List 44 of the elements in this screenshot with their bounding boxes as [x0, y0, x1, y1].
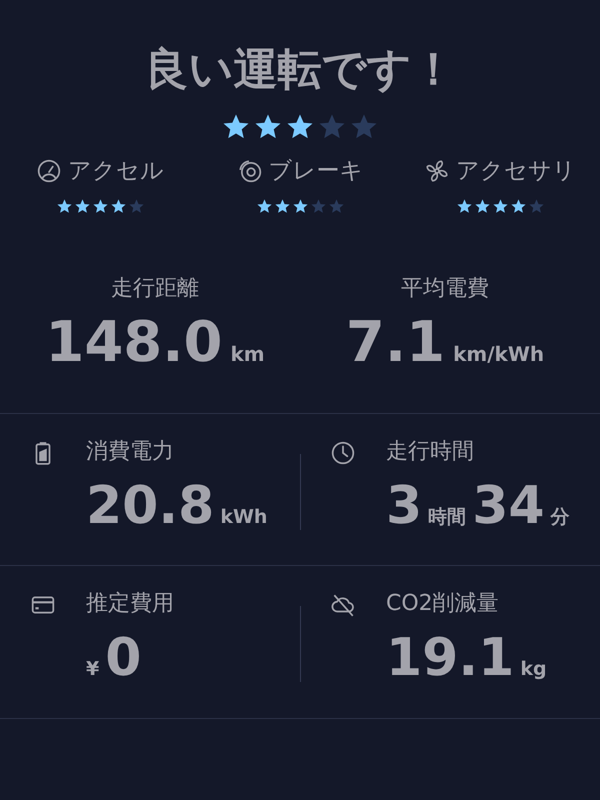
crossed-cloud-icon: [330, 592, 356, 618]
category-label: アクセサリ: [456, 157, 576, 186]
stat-value: 7.1: [346, 311, 446, 375]
stat-value: 34: [472, 476, 545, 536]
star-icon: [110, 198, 126, 215]
star-icon: [328, 198, 344, 215]
stat-value: 3: [386, 476, 422, 536]
star-icon: [56, 198, 72, 215]
category-label: アクセル: [68, 157, 164, 186]
star-icon: [128, 198, 144, 215]
star-icon: [74, 198, 90, 215]
star-icon: [492, 198, 508, 215]
stat-label: 平均電費: [401, 275, 489, 303]
star-icon: [292, 198, 308, 215]
star-icon: [474, 198, 490, 215]
star-icon: [510, 198, 526, 215]
brake-disc-icon: [236, 158, 262, 184]
unit-label: kg: [520, 658, 547, 680]
stat-value: 0: [105, 628, 142, 688]
stat-value: 19.1: [386, 628, 514, 688]
stat-label: CO2削減量: [386, 590, 500, 618]
star-icon: [310, 198, 326, 215]
star-icon: [274, 198, 290, 215]
star-icon: [528, 198, 544, 215]
stat-label: 消費電力: [86, 438, 175, 466]
clock-icon: [330, 440, 356, 466]
stat-label: 走行距離: [111, 275, 199, 303]
star-icon: [92, 198, 108, 215]
unit-label: ¥: [86, 658, 100, 680]
star-icon: [256, 198, 272, 215]
star-icon: [456, 198, 472, 215]
unit-label: 時間: [428, 505, 466, 530]
stat-label: 推定費用: [86, 590, 174, 618]
heading: 良い運転です！: [144, 43, 456, 97]
unit-label: kWh: [220, 506, 268, 528]
fan-icon: [424, 158, 450, 184]
unit-label: km: [230, 342, 265, 366]
stat-value: 20.8: [86, 476, 214, 536]
gauge-icon: [36, 158, 62, 184]
stat-value: 148.0: [45, 311, 222, 375]
category-label: ブレーキ: [268, 157, 364, 186]
stat-label: 走行時間: [386, 438, 475, 466]
unit-label: 分: [550, 505, 570, 530]
unit-label: km/kWh: [453, 342, 544, 366]
